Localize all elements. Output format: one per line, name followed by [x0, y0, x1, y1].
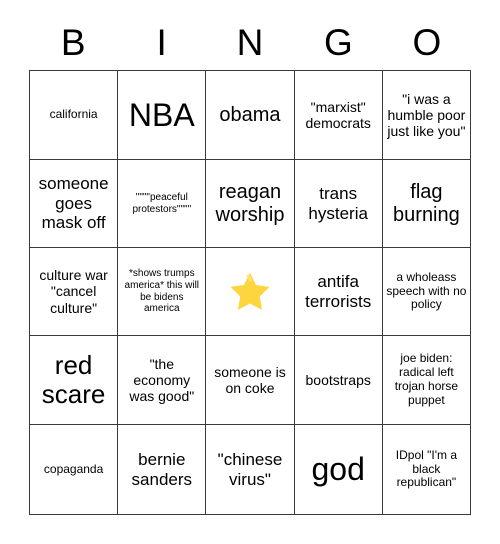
- bingo-cell[interactable]: "marxist" democrats: [294, 71, 383, 160]
- bingo-cell-label: "chinese virus": [217, 450, 283, 489]
- bingo-cell-label: IDpol "I'm a black republican": [395, 447, 458, 490]
- bingo-cell[interactable]: NBA: [118, 71, 207, 160]
- bingo-cell-label: joe biden: radical left trojan horse pup…: [394, 351, 459, 407]
- bingo-cell[interactable]: flag burning: [382, 160, 471, 248]
- bingo-cell[interactable]: a wholeass speech with no policy: [382, 248, 471, 336]
- bingo-cell[interactable]: obama: [206, 71, 295, 160]
- bingo-cell[interactable]: bootstraps: [294, 336, 383, 425]
- bingo-grid: california NBA obama "marxist" democrats "i …: [29, 70, 471, 515]
- bingo-cell[interactable]: reagan worship: [206, 160, 295, 248]
- bingo-cell-label: god: [311, 451, 365, 488]
- bingo-cell-label: reagan worship: [215, 181, 285, 226]
- bingo-cell-label: *shows trumps america* this will be bide…: [124, 267, 200, 315]
- bingo-cell[interactable]: "chinese virus": [206, 425, 295, 515]
- bingo-header-letter-n: N: [236, 21, 264, 63]
- bingo-cell-label: culture war "cancel culture": [39, 267, 108, 316]
- bingo-cell[interactable]: someone is on coke: [206, 336, 295, 425]
- bingo-cell[interactable]: bernie sanders: [118, 425, 207, 515]
- bingo-cell-label: "i was a humble poor just like you": [387, 90, 466, 140]
- bingo-cell[interactable]: joe biden: radical left trojan horse pup…: [382, 336, 471, 425]
- bingo-cell-label: antifa terrorists: [305, 272, 372, 311]
- bingo-cell[interactable]: IDpol "I'm a black republican": [382, 425, 471, 515]
- bingo-header-letter-i: I: [156, 21, 167, 63]
- bingo-cell-label: a wholeass speech with no policy: [386, 269, 467, 312]
- bingo-cell-label: someone goes mask off: [38, 174, 109, 233]
- bingo-cell[interactable]: "i was a humble poor just like you": [382, 71, 471, 160]
- bingo-cell[interactable]: god: [294, 425, 383, 515]
- star-icon: [227, 269, 273, 315]
- bingo-header-letter-o: O: [412, 21, 442, 63]
- bingo-cell[interactable]: antifa terrorists: [294, 248, 383, 336]
- bingo-cell-label: """"peaceful protestors"""": [132, 191, 192, 215]
- bingo-header: BINGO: [29, 16, 471, 68]
- bingo-cell[interactable]: """"peaceful protestors"""": [118, 160, 207, 248]
- bingo-cell[interactable]: someone goes mask off: [30, 160, 119, 248]
- bingo-cell-label: flag burning: [393, 181, 460, 226]
- bingo-cell[interactable]: culture war "cancel culture": [30, 248, 119, 336]
- bingo-cell[interactable]: copaganda: [30, 425, 119, 515]
- bingo-cell[interactable]: *shows trumps america* this will be bide…: [118, 248, 207, 336]
- bingo-card: B I N G O california NBA obama "marxist" democr…: [0, 0, 500, 544]
- bingo-cell-label: trans hysteria: [308, 184, 368, 223]
- bingo-header-letter-g: G: [324, 21, 353, 63]
- bingo-cell-label: bernie sanders: [131, 450, 193, 489]
- bingo-cell-label: "the economy was good": [129, 355, 195, 405]
- bingo-cell[interactable]: red scare: [30, 336, 119, 425]
- bingo-header-letter-b: B: [60, 21, 86, 63]
- bingo-cell-free-space[interactable]: [206, 248, 295, 336]
- bingo-cell-label: "marxist" democrats: [305, 98, 371, 131]
- bingo-cell-label: NBA: [128, 96, 195, 133]
- bingo-cell-label: red scare: [41, 350, 106, 409]
- bingo-cell[interactable]: trans hysteria: [294, 160, 383, 248]
- bingo-cell-label: someone is on coke: [214, 363, 286, 396]
- bingo-cell[interactable]: "the economy was good": [118, 336, 207, 425]
- bingo-cell-label: california: [49, 107, 98, 122]
- bingo-cell-label: copaganda: [43, 461, 104, 476]
- bingo-cell[interactable]: california: [30, 71, 119, 160]
- bingo-cell-label: bootstraps: [305, 371, 371, 388]
- bingo-cell-label: obama: [219, 103, 281, 126]
